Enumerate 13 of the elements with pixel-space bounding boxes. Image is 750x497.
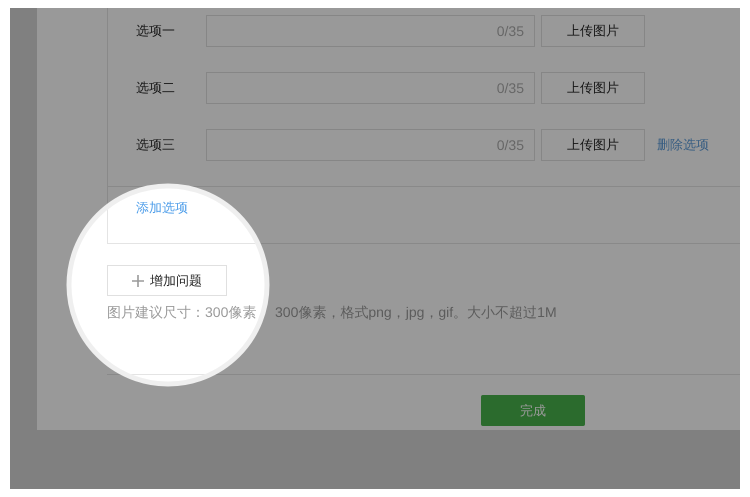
upload-image-button[interactable]: 上传图片 [541, 129, 645, 161]
delete-option-link[interactable]: 删除选项 [657, 136, 709, 154]
plus-icon [132, 274, 144, 286]
image-size-hint: 图片建议尺寸：300像素 [107, 304, 258, 322]
finish-button[interactable]: 完成 [481, 395, 585, 426]
option-label: 选项一 [135, 22, 176, 40]
option-label: 选项三 [135, 136, 176, 154]
option-label: 选项二 [135, 79, 176, 97]
upload-image-button[interactable]: 上传图片 [541, 72, 645, 104]
image-size-hint: 300像素，格式png，jpg，gif。大小不超过1M [275, 304, 557, 322]
upload-image-button[interactable]: 上传图片 [541, 15, 645, 47]
add-question-button[interactable]: 增加问题 [107, 265, 227, 296]
add-option-link[interactable]: 添加选项 [136, 200, 188, 215]
